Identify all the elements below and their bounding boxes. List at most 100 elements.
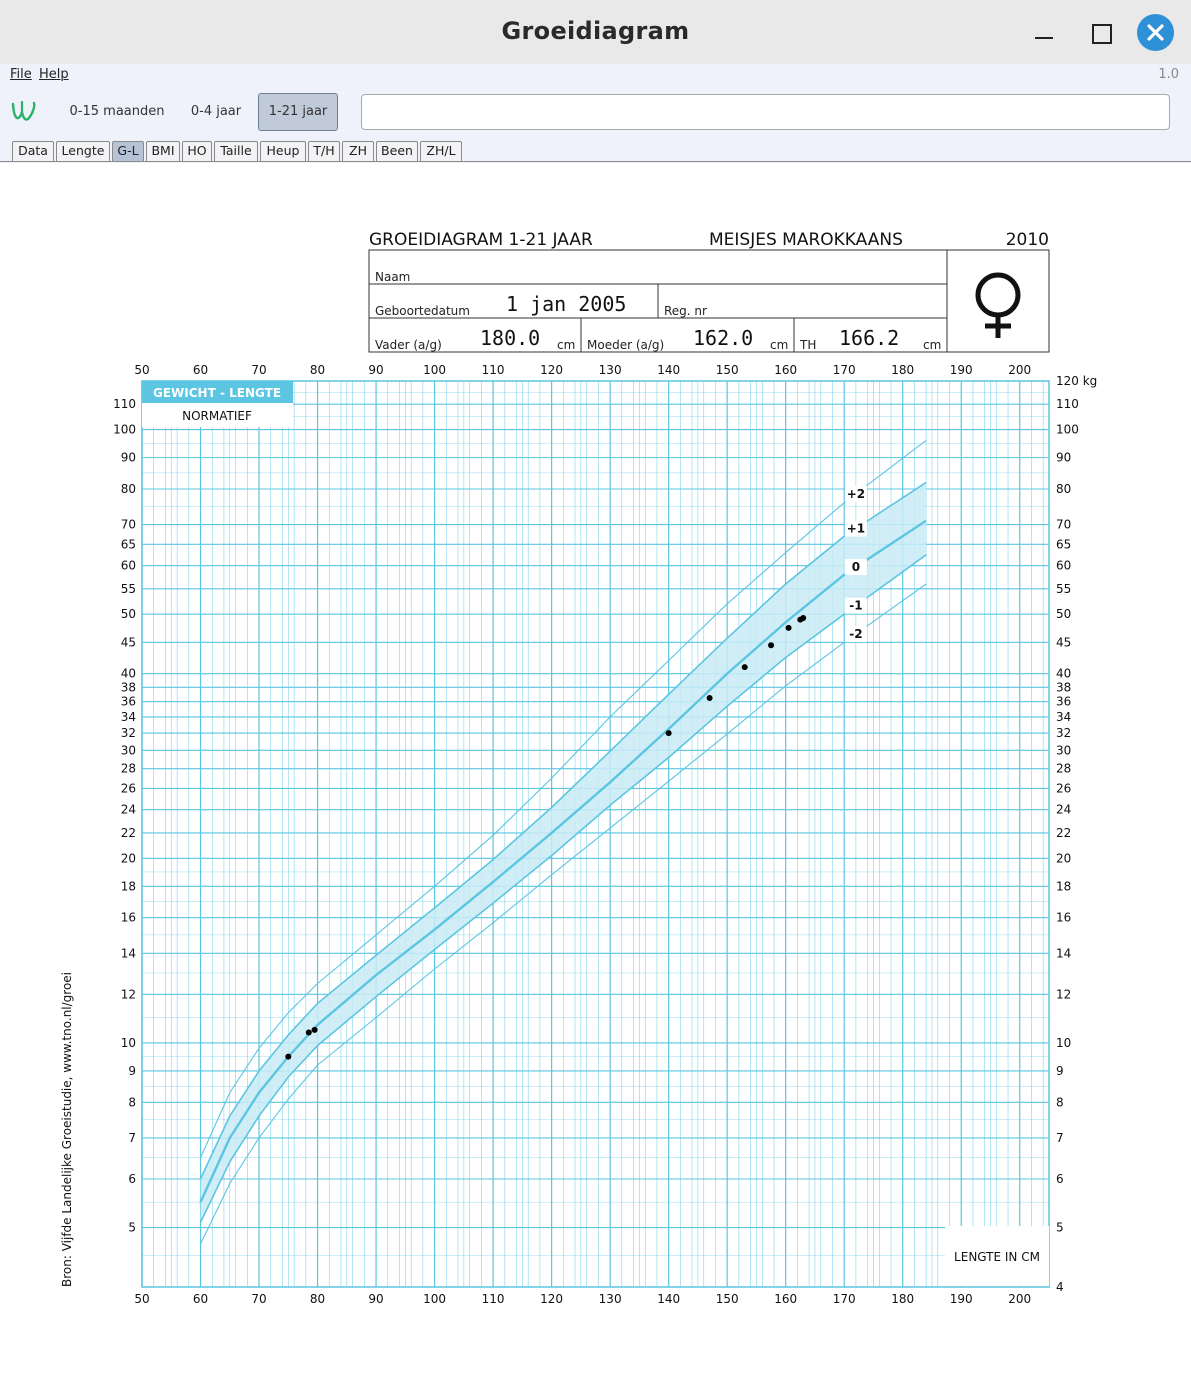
x-tick-label-bottom: 160 xyxy=(774,1292,797,1306)
version-label: 1.0 xyxy=(1158,67,1179,82)
y-tick-label-left: 55 xyxy=(121,582,136,596)
y-tick-label-left: 6 xyxy=(128,1172,136,1186)
reg-nr-label: Reg. nr xyxy=(664,304,707,318)
tab-g-l[interactable]: G-L xyxy=(112,141,144,161)
x-tick-label-top: 120 xyxy=(540,363,563,377)
x-tick-label-bottom: 200 xyxy=(1008,1292,1031,1306)
mother-unit: cm xyxy=(770,338,788,352)
y-tick-label-left: 9 xyxy=(128,1064,136,1078)
y-tick-label-right: 6 xyxy=(1056,1172,1064,1186)
tab-lengte[interactable]: Lengte xyxy=(56,141,110,161)
tab-zh-l[interactable]: ZH/L xyxy=(420,141,462,161)
y-tick-label-left: 12 xyxy=(121,987,136,1001)
measurement-point xyxy=(665,730,672,737)
y-tick-label-right: 20 xyxy=(1056,851,1071,865)
tab-t-h[interactable]: T/H xyxy=(308,141,340,161)
x-tick-label-bottom: 170 xyxy=(833,1292,856,1306)
y-tick-label-left: 45 xyxy=(121,635,136,649)
maximize-button[interactable] xyxy=(1090,22,1112,44)
y-tick-label-right: 90 xyxy=(1056,451,1071,465)
range-0-15-months-button[interactable]: 0-15 maanden xyxy=(60,93,174,131)
x-tick-label-top: 150 xyxy=(716,363,739,377)
y-tick-label-right: 30 xyxy=(1056,743,1071,757)
y-tick-label-right: 70 xyxy=(1056,518,1071,532)
series-label: +2 xyxy=(847,487,865,501)
minimize-button[interactable] xyxy=(1033,24,1055,44)
y-tick-label-right: 28 xyxy=(1056,762,1071,776)
x-tick-label-top: 190 xyxy=(950,363,973,377)
chart-subtitle: NORMATIEF xyxy=(182,409,252,423)
mother-height-label: Moeder (a/g) xyxy=(587,338,664,352)
range-0-4-years-button[interactable]: 0-4 jaar xyxy=(182,93,250,131)
tab-heup[interactable]: Heup xyxy=(260,141,306,161)
y-tick-label-left: 30 xyxy=(121,743,136,757)
x-tick-label-top: 110 xyxy=(482,363,505,377)
y-tick-label-right: 4 xyxy=(1056,1280,1064,1294)
range-1-21-years-button[interactable]: 1-21 jaar xyxy=(258,93,338,131)
tab-been[interactable]: Been xyxy=(376,141,418,161)
father-unit: cm xyxy=(557,338,575,352)
y-tick-label-left: 16 xyxy=(121,911,136,925)
series-label: -2 xyxy=(849,627,862,641)
y-tick-label-right: 18 xyxy=(1056,879,1071,893)
y-tick-label-right: 24 xyxy=(1056,803,1071,817)
y-tick-label-left: 70 xyxy=(121,518,136,532)
menu-file[interactable]: File xyxy=(10,67,32,82)
x-tick-label-bottom: 70 xyxy=(251,1292,266,1306)
y-tick-label-right: 7 xyxy=(1056,1131,1064,1145)
tab-zh[interactable]: ZH xyxy=(342,141,374,161)
chart-title: GEWICHT - LENGTE xyxy=(153,386,281,400)
y-tick-label-left: 28 xyxy=(121,762,136,776)
y-tick-label-left: 7 xyxy=(128,1131,136,1145)
y-tick-label-left: 8 xyxy=(128,1095,136,1109)
x-tick-label-top: 130 xyxy=(599,363,622,377)
y-tick-label-left: 38 xyxy=(121,680,136,694)
naam-label: Naam xyxy=(375,270,410,284)
father-height-value: 180.0 xyxy=(480,326,540,350)
series-label: -1 xyxy=(849,599,862,613)
x-tick-label-top: 140 xyxy=(657,363,680,377)
y-tick-label-left: 40 xyxy=(121,667,136,681)
patient-text-field[interactable] xyxy=(361,94,1170,130)
measurement-point xyxy=(311,1026,318,1033)
tab-ho[interactable]: HO xyxy=(182,141,212,161)
y-tick-label-left: 80 xyxy=(121,482,136,496)
close-button[interactable] xyxy=(1137,14,1174,51)
y-tick-label-right: 36 xyxy=(1056,695,1071,709)
y-tick-label-left: 24 xyxy=(121,803,136,817)
tab-bmi[interactable]: BMI xyxy=(146,141,180,161)
menu-help[interactable]: Help xyxy=(39,67,69,82)
x-axis-label: LENGTE IN CM xyxy=(954,1250,1040,1264)
x-tick-label-bottom: 90 xyxy=(368,1292,383,1306)
x-tick-label-top: 170 xyxy=(833,363,856,377)
header-title: GROEIDIAGRAM 1-21 JAAR xyxy=(369,230,593,250)
source-label: Bron: Vijfde Landelijke Groeistudie, www… xyxy=(60,972,74,1287)
y-tick-label-left: 22 xyxy=(121,826,136,840)
x-tick-label-top: 100 xyxy=(423,363,446,377)
window-title: Groeidiagram xyxy=(501,17,690,45)
measurement-point xyxy=(285,1053,292,1060)
y-tick-label-right: 12 xyxy=(1056,987,1071,1001)
x-tick-label-bottom: 140 xyxy=(657,1292,680,1306)
tab-data[interactable]: Data xyxy=(12,141,54,161)
y-tick-label-left: 10 xyxy=(121,1036,136,1050)
measurement-point xyxy=(741,664,748,671)
father-height-label: Vader (a/g) xyxy=(375,338,442,352)
measurement-point xyxy=(305,1029,312,1036)
x-tick-label-top: 50 xyxy=(134,363,149,377)
chart-panel: GROEIDIAGRAM 1-21 JAAR MEISJES MAROKKAANS… xyxy=(0,163,1191,1392)
y-tick-label-right: 80 xyxy=(1056,482,1071,496)
tab-taille[interactable]: Taille xyxy=(214,141,258,161)
y-tick-label-right: 50 xyxy=(1056,607,1071,621)
y-tick-label-left: 60 xyxy=(121,559,136,573)
y-tick-label-right: 22 xyxy=(1056,826,1071,840)
birth-date-value: 1 jan 2005 xyxy=(506,292,626,316)
x-tick-label-top: 160 xyxy=(774,363,797,377)
y-tick-label-right: 26 xyxy=(1056,781,1071,795)
series-label: 0 xyxy=(852,560,860,574)
close-icon xyxy=(1147,24,1164,41)
y-tick-label-right: 65 xyxy=(1056,537,1071,551)
y-tick-label-right: 100 xyxy=(1056,423,1079,437)
y-tick-label-right: 55 xyxy=(1056,582,1071,596)
y-tick-label-right: 110 xyxy=(1056,397,1079,411)
